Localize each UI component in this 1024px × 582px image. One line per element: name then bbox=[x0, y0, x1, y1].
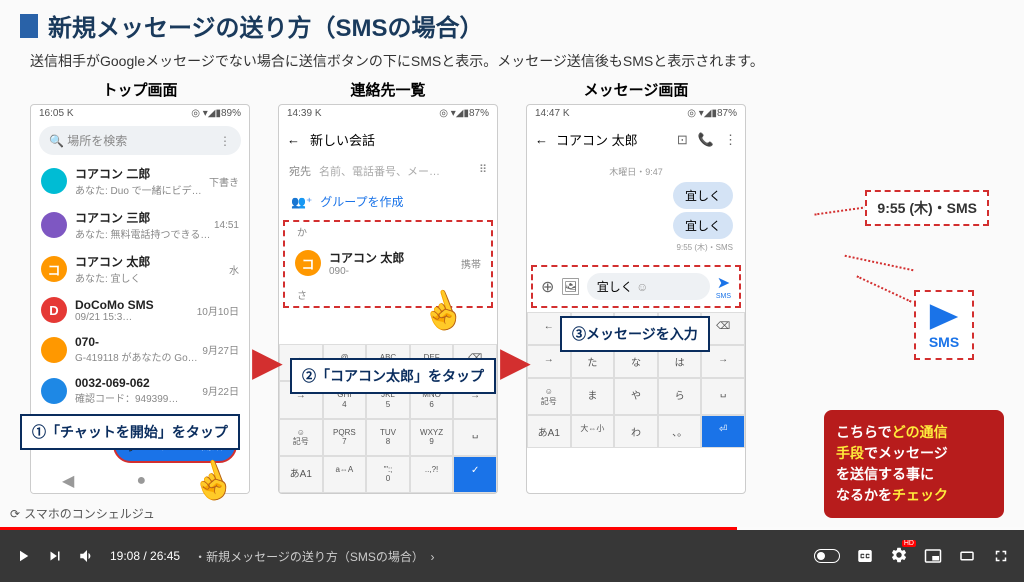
conversation-item[interactable]: ココアコン 太郎あなた: 宜しく水 bbox=[31, 247, 249, 291]
image-icon[interactable]: 🖼 bbox=[560, 277, 580, 297]
status-bar: 14:39 K ◎ ▾◢▮87% bbox=[279, 105, 497, 122]
sms-icon-callout: SMS bbox=[914, 290, 974, 360]
captions-icon[interactable] bbox=[856, 547, 874, 565]
video-player-controls: 19:08 / 26:45 ・新規メッセージの送り方（SMSの場合） › HD bbox=[0, 530, 1024, 582]
arrow-icon: ▶ bbox=[500, 339, 531, 385]
create-group[interactable]: 👥⁺グループを作成 bbox=[279, 185, 497, 218]
more-icon[interactable]: ⋮ bbox=[219, 134, 231, 148]
autoplay-toggle[interactable] bbox=[814, 549, 840, 563]
avatar: コ bbox=[295, 250, 321, 276]
conversation-item[interactable]: コアコン 三郎あなた: 無料電話持つできる…14:51 bbox=[31, 203, 249, 247]
contact-header: ← 新しい会話 bbox=[279, 122, 497, 157]
status-bar: 14:47 K ◎ ▾◢▮87% bbox=[527, 105, 745, 122]
theater-icon[interactable] bbox=[958, 547, 976, 565]
play-icon[interactable] bbox=[14, 547, 32, 565]
arrow-icon: ▶ bbox=[252, 339, 283, 385]
callout-step3: ③メッセージを入力 bbox=[560, 316, 710, 352]
info-box: こちらでどの通信 手段でメッセージ を送信する事に なるかをチェック bbox=[824, 410, 1004, 518]
search-input[interactable]: 🔍 場所を検索 ⋮ bbox=[39, 126, 241, 155]
volume-icon[interactable] bbox=[78, 547, 96, 565]
conversation-item[interactable]: DDoCoMo SMS09/21 15:3…10月10日 bbox=[31, 291, 249, 329]
message-header: ← コアコン 太郎 ⊡📞⋮ bbox=[527, 122, 745, 157]
message-input-row: ⊕ 🖼 宜しく ☺ ➤ SMS bbox=[531, 265, 741, 308]
status-bar: 16:05 K ◎ ▾◢▮89% bbox=[31, 105, 249, 122]
message-time: 9:55 (木)・SMS bbox=[539, 242, 733, 253]
panel-message: メッセージ画面 14:47 K ◎ ▾◢▮87% ← コアコン 太郎 ⊡📞⋮ 木… bbox=[526, 79, 746, 494]
back-icon[interactable]: ← bbox=[287, 132, 300, 147]
panel-title: 連絡先一覧 bbox=[278, 79, 498, 100]
panel-contacts: 連絡先一覧 14:39 K ◎ ▾◢▮87% ← 新しい会話 宛先 名前、電話番… bbox=[278, 79, 498, 494]
chapter-title[interactable]: ・新規メッセージの送り方（SMSの場合） › bbox=[194, 548, 434, 565]
callout-step2: ②「コアコン太郎」をタップ bbox=[290, 358, 496, 394]
address-input[interactable]: 宛先 名前、電話番号、メー… ⠿ bbox=[279, 157, 497, 185]
next-icon[interactable] bbox=[46, 547, 64, 565]
panel-title: メッセージ画面 bbox=[526, 79, 746, 100]
add-icon[interactable]: ⊕ bbox=[541, 277, 554, 297]
video-icon[interactable]: ⊡ bbox=[677, 132, 688, 148]
message-area: 木曜日・9:47 宜しく 宜しく 9:55 (木)・SMS bbox=[527, 157, 745, 261]
settings-icon[interactable]: HD bbox=[890, 546, 908, 567]
subtitle: 送信相手がGoogleメッセージでない場合に送信ボタンの下にSMSと表示。メッセ… bbox=[0, 51, 1024, 79]
more-icon[interactable]: ⋮ bbox=[724, 132, 737, 148]
group-icon: 👥⁺ bbox=[291, 195, 312, 209]
message-bubble: 宜しく bbox=[673, 212, 733, 239]
sms-label: SMS bbox=[716, 293, 731, 300]
title-mark bbox=[20, 14, 38, 38]
brand-logo: ⟳スマホのコンシェルジュ bbox=[10, 505, 155, 522]
phone-2: 14:39 K ◎ ▾◢▮87% ← 新しい会話 宛先 名前、電話番号、メー… … bbox=[278, 104, 498, 494]
back-icon[interactable]: ← bbox=[535, 132, 548, 147]
call-icon[interactable]: 📞 bbox=[698, 132, 714, 148]
phone-3: 14:47 K ◎ ▾◢▮87% ← コアコン 太郎 ⊡📞⋮ 木曜日・9:47 … bbox=[526, 104, 746, 494]
conversation-item[interactable]: 0032-069-062確認コード：949399…9月22日 bbox=[31, 370, 249, 411]
conversation-item[interactable]: コアコン 二郎あなた: Duo で一緒にビデ…下書き bbox=[31, 159, 249, 203]
conversation-item[interactable]: 070-G-419118 があなたの Goo…9月27日 bbox=[31, 329, 249, 370]
message-bubble: 宜しく bbox=[673, 182, 733, 209]
page-title: 新規メッセージの送り方（SMSの場合） bbox=[48, 8, 484, 43]
time-display: 19:08 / 26:45 bbox=[110, 549, 180, 563]
search-icon: 🔍 bbox=[49, 134, 64, 148]
miniplayer-icon[interactable] bbox=[924, 547, 942, 565]
title-bar: 新規メッセージの送り方（SMSの場合） bbox=[0, 0, 1024, 51]
contact-item[interactable]: コ コアコン 太郎090- 携帯 bbox=[285, 241, 491, 285]
fullscreen-icon[interactable] bbox=[992, 547, 1010, 565]
send-icon[interactable]: ➤ bbox=[716, 273, 731, 293]
panel-title: トップ画面 bbox=[30, 79, 250, 100]
dialpad-icon[interactable]: ⠿ bbox=[479, 163, 487, 179]
message-input[interactable]: 宜しく ☺ bbox=[587, 273, 710, 300]
callout-step1: ①「チャットを開始」をタップ bbox=[20, 414, 240, 450]
callout-time: 9:55 (木)・SMS bbox=[865, 190, 989, 226]
